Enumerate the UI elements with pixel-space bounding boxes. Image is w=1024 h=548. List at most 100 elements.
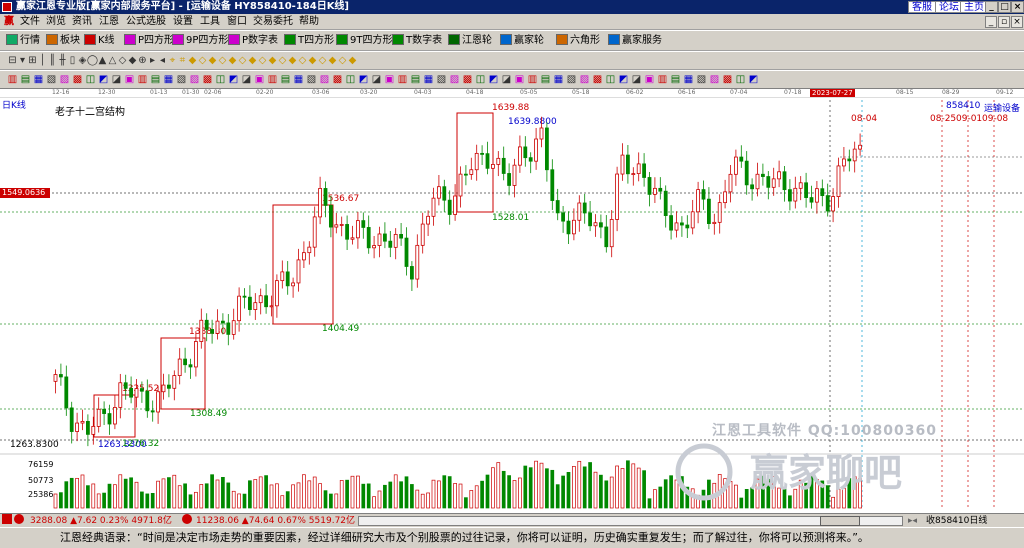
child-minimize-icon[interactable]: _ [985,16,997,28]
gann-tool-icon[interactable]: ▧ [435,73,448,86]
toolbar-btn-kline[interactable]: K线 [84,33,115,49]
support-link[interactable]: 客服 [908,1,936,13]
gann-tool-icon[interactable]: ◫ [344,73,357,86]
child-restore-icon[interactable]: ▫ [998,16,1010,28]
gann-tool-icon[interactable]: ▨ [58,73,71,86]
gann-tool-icon[interactable]: ▦ [292,73,305,86]
menu-trade[interactable]: 交易委托 [251,14,295,30]
menu-info[interactable]: 资讯 [70,14,94,30]
gann-tool-icon[interactable]: ◪ [630,73,643,86]
menu-settings[interactable]: 设置 [171,14,195,30]
gann-tool-icon[interactable]: ◩ [97,73,110,86]
menu-help[interactable]: 帮助 [297,14,321,30]
gann-tool-icon[interactable]: ▤ [669,73,682,86]
menu-tools[interactable]: 工具 [198,14,222,30]
gann-tool-icon[interactable]: ▧ [175,73,188,86]
gann-tool-icon[interactable]: ▥ [526,73,539,86]
zoom-controls[interactable]: ▸◂ [908,514,917,528]
gann-tool-icon[interactable]: ▩ [201,73,214,86]
gann-tool-icon[interactable]: ◩ [357,73,370,86]
menu-stock-select[interactable]: 公式选股 [124,14,168,30]
sz-index-quote[interactable]: 11238.06 ▲74.64 0.67% 5519.72亿 [196,514,355,528]
toolbar-btn-service[interactable]: 赢家服务 [608,33,662,49]
gann-tool-icon[interactable]: ◩ [487,73,500,86]
toolbar-btn-grid[interactable]: 行情 [6,33,40,49]
gann-tool-icon[interactable]: ▣ [123,73,136,86]
gann-tool-icon[interactable]: ▨ [188,73,201,86]
gann-tool-icon[interactable]: ▥ [6,73,19,86]
toolbar-btn-9p-square[interactable]: 9P四方形 [172,33,228,49]
gann-tool-icon[interactable]: ▣ [513,73,526,86]
gann-tool-icon[interactable]: ▧ [695,73,708,86]
gann-tool-icon[interactable]: ▦ [552,73,565,86]
sh-index-quote[interactable]: 3288.08 ▲7.62 0.23% 4971.8亿 [30,514,172,528]
toolbar-btn-t-square[interactable]: T四方形 [284,33,334,49]
gann-tool-icon[interactable]: ◫ [214,73,227,86]
gann-tool-icon[interactable]: ▩ [721,73,734,86]
gann-tool-icon[interactable]: ▥ [396,73,409,86]
maximize-icon[interactable]: □ [998,1,1011,13]
minimize-icon[interactable]: _ [985,1,998,13]
toolbar-btn-block[interactable]: 板块 [46,33,80,49]
gann-tool-icon[interactable]: ▣ [643,73,656,86]
gann-tool-icon[interactable]: ◫ [734,73,747,86]
gann-tool-icon[interactable]: ◪ [500,73,513,86]
gann-tool-icon[interactable]: ▩ [331,73,344,86]
toolbar-btn-p-table[interactable]: P数字表 [228,33,278,49]
gann-tool-icon[interactable]: ▦ [162,73,175,86]
gann-tool-icon[interactable]: ▤ [19,73,32,86]
gann-tool-icon[interactable]: ▦ [422,73,435,86]
gann-tool-icon[interactable]: ▩ [71,73,84,86]
gann-tool-icon[interactable]: ▧ [45,73,58,86]
forum-link[interactable]: 论坛 [935,1,963,13]
toolbar-btn-p-square[interactable]: P四方形 [124,33,174,49]
toolbar-btn-t-table[interactable]: T数字表 [392,33,442,49]
menu-file[interactable]: 文件 [18,14,42,30]
candle-body [739,156,744,162]
home-link[interactable]: 主页 [960,1,988,13]
gann-tool-icon[interactable]: ◩ [747,73,760,86]
volume-bar [269,484,274,509]
gann-tool-icon[interactable]: ▥ [136,73,149,86]
toolbar-btn-9t-square[interactable]: 9T四方形 [336,33,392,49]
gann-tool-icon[interactable]: ◩ [227,73,240,86]
gann-tool-icon[interactable]: ◪ [370,73,383,86]
gann-tool-icon[interactable]: ◩ [617,73,630,86]
grid-icon [6,34,18,45]
gann-tool-icon[interactable]: ▨ [448,73,461,86]
date-tick: 12-16 [52,89,70,96]
draw-tool-icon[interactable]: ◆ [346,54,359,67]
gann-tool-icon[interactable]: ▧ [565,73,578,86]
gann-tool-icon[interactable]: ◪ [110,73,123,86]
gann-tool-icon[interactable]: ◫ [474,73,487,86]
toolbar-btn-wheel[interactable]: 江恩轮 [448,33,492,49]
toolbar-btn-hexagon[interactable]: 六角形 [556,33,600,49]
gann-tool-icon[interactable]: ▩ [461,73,474,86]
gann-tool-icon[interactable]: ▦ [682,73,695,86]
gann-tool-icon[interactable]: ▣ [253,73,266,86]
close-icon[interactable]: × [1011,1,1024,13]
gann-tool-icon[interactable]: ◫ [84,73,97,86]
gann-tool-icon[interactable]: ▦ [32,73,45,86]
gann-tool-icon[interactable]: ◫ [604,73,617,86]
gann-tool-icon[interactable]: ▣ [383,73,396,86]
gann-tool-icon[interactable]: ▤ [539,73,552,86]
gann-tool-icon[interactable]: ▤ [149,73,162,86]
child-close-icon[interactable]: × [1011,16,1023,28]
gann-tool-icon[interactable]: ▥ [266,73,279,86]
menu-window[interactable]: 窗口 [225,14,249,30]
menu-browse[interactable]: 浏览 [44,14,68,30]
toolbar-btn-winner-wheel[interactable]: 赢家轮 [500,33,544,49]
gann-tool-icon[interactable]: ▨ [708,73,721,86]
menu-gann[interactable]: 江恩 [97,14,121,30]
gann-tool-icon[interactable]: ◪ [240,73,253,86]
gann-tool-icon[interactable]: ▤ [279,73,292,86]
gann-tool-icon[interactable]: ▩ [591,73,604,86]
gann-tool-icon[interactable]: ▨ [318,73,331,86]
gann-tool-icon[interactable]: ▧ [305,73,318,86]
volume-bar [642,470,646,509]
gann-tool-icon[interactable]: ▤ [409,73,422,86]
gann-tool-icon[interactable]: ▨ [578,73,591,86]
gann-tool-icon[interactable]: ▥ [656,73,669,86]
scroll-thumb[interactable] [820,516,860,526]
